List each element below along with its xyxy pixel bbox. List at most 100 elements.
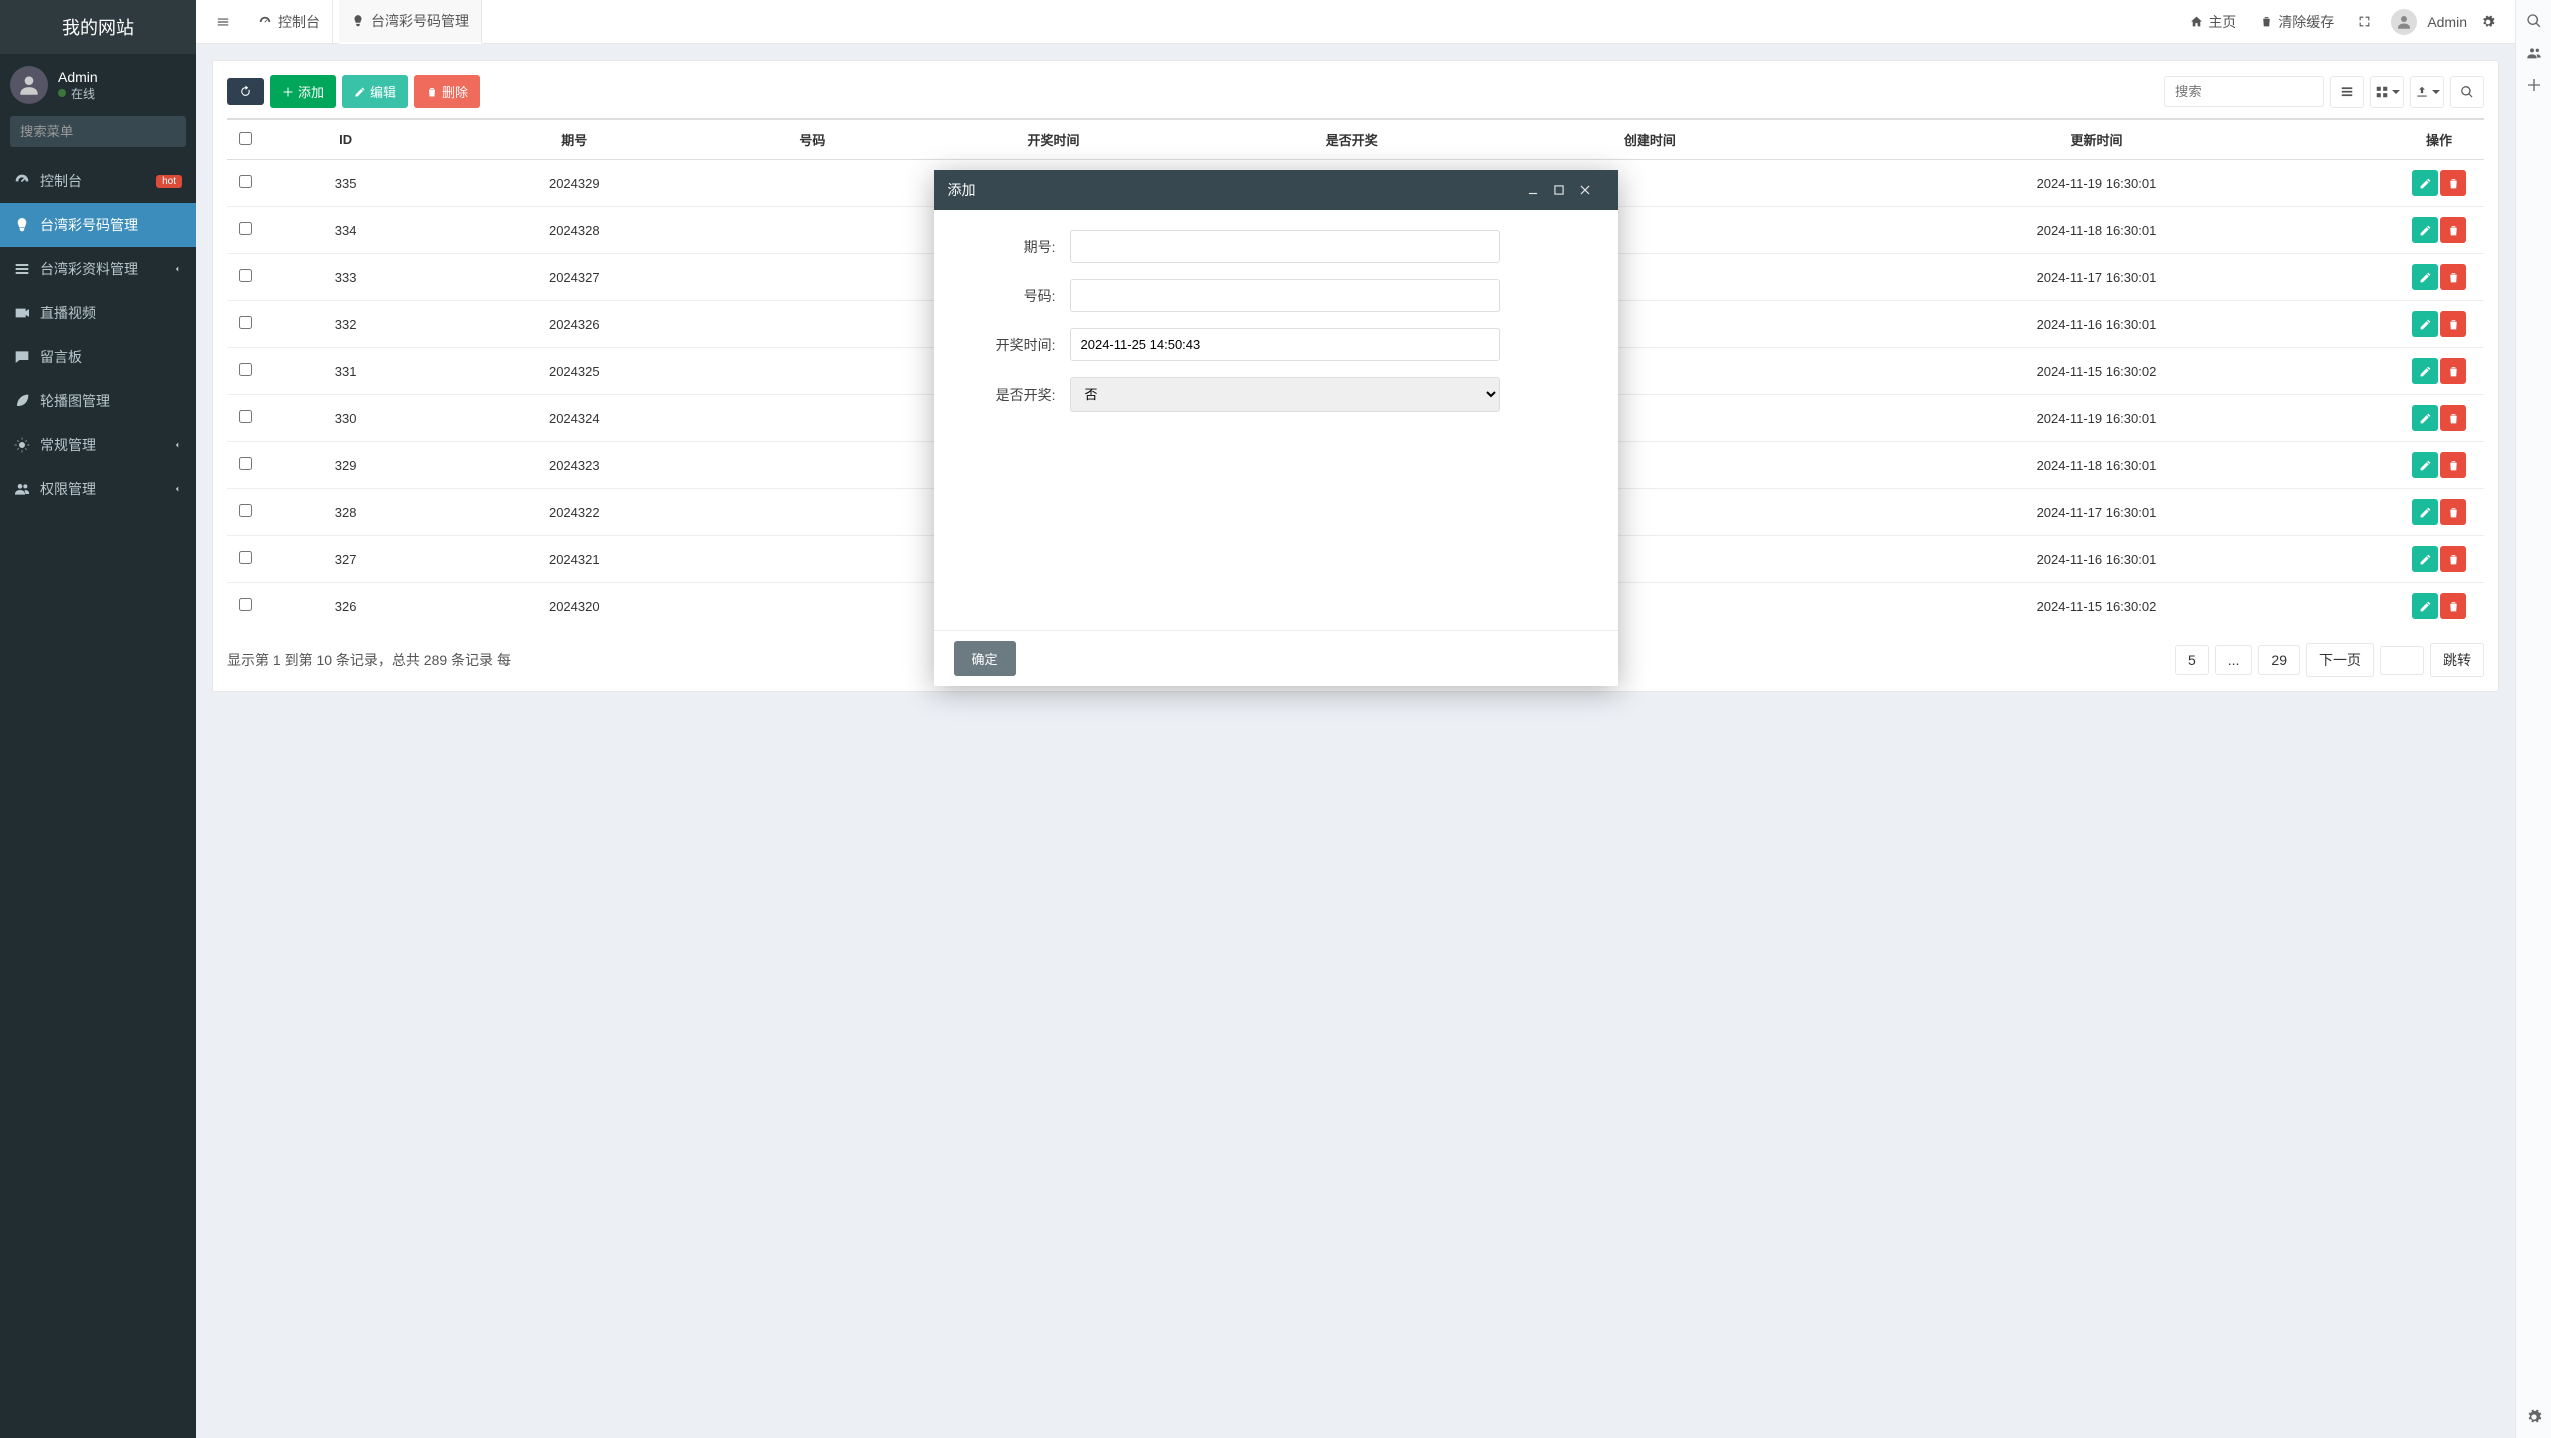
checkbox-row[interactable] <box>239 410 252 423</box>
cell-update: 2024-11-17 16:30:01 <box>1799 489 2394 536</box>
sidebar-item-label: 控制台 <box>40 171 146 191</box>
edit-button[interactable]: 编辑 <box>342 75 408 108</box>
sidebar-item-3[interactable]: 直播视频 <box>0 291 196 335</box>
add-button-label: 添加 <box>298 82 324 101</box>
row-delete-button[interactable] <box>2440 358 2466 384</box>
topbar-avatar[interactable] <box>2391 9 2417 35</box>
checkbox-row[interactable] <box>239 222 252 235</box>
row-delete-button[interactable] <box>2440 311 2466 337</box>
row-edit-button[interactable] <box>2412 452 2438 478</box>
row-delete-button[interactable] <box>2440 546 2466 572</box>
hamburger-button[interactable] <box>206 9 240 35</box>
page-29[interactable]: 29 <box>2258 645 2300 675</box>
row-edit-button[interactable] <box>2412 264 2438 290</box>
row-delete-button[interactable] <box>2440 452 2466 478</box>
row-delete-button[interactable] <box>2440 405 2466 431</box>
row-edit-button[interactable] <box>2412 217 2438 243</box>
minimize-icon[interactable] <box>1526 183 1552 197</box>
page-next[interactable]: 下一页 <box>2306 643 2374 677</box>
cell-period: 2024320 <box>428 583 720 630</box>
row-edit-button[interactable] <box>2412 405 2438 431</box>
checkbox-row[interactable] <box>239 598 252 611</box>
rail-settings-icon[interactable] <box>2523 1406 2545 1428</box>
list-icon <box>14 261 30 277</box>
clear-cache-button[interactable]: 清除缓存 <box>2250 6 2344 38</box>
modal-footer: 确定 <box>934 630 1618 686</box>
search-input[interactable] <box>2164 76 2324 107</box>
cell-update: 2024-11-17 16:30:01 <box>1799 254 2394 301</box>
row-edit-button[interactable] <box>2412 170 2438 196</box>
cell-code <box>720 207 904 254</box>
sidebar-item-7[interactable]: 权限管理 <box>0 467 196 511</box>
search-menu[interactable] <box>10 116 186 147</box>
bell-icon <box>14 217 30 233</box>
checkbox-row[interactable] <box>239 175 252 188</box>
row-delete-button[interactable] <box>2440 217 2466 243</box>
page-dots[interactable]: ... <box>2215 645 2253 675</box>
refresh-button[interactable] <box>227 78 264 105</box>
ok-button[interactable]: 确定 <box>954 641 1016 676</box>
cell-update: 2024-11-15 16:30:02 <box>1799 583 2394 630</box>
select-is-draw[interactable]: 否 <box>1070 377 1500 412</box>
row-delete-button[interactable] <box>2440 264 2466 290</box>
sidebar-item-1[interactable]: 台湾彩号码管理 <box>0 203 196 247</box>
settings-button[interactable] <box>2471 9 2505 35</box>
checkbox-row[interactable] <box>239 457 252 470</box>
search-button[interactable] <box>2450 76 2484 108</box>
row-delete-button[interactable] <box>2440 499 2466 525</box>
column-header[interactable]: 期号 <box>428 119 720 160</box>
close-icon[interactable] <box>1578 183 1604 197</box>
column-header[interactable]: 创建时间 <box>1501 119 1799 160</box>
modal-header: 添加 <box>934 170 1618 210</box>
sidebar-item-6[interactable]: 常规管理 <box>0 423 196 467</box>
delete-button[interactable]: 删除 <box>414 75 480 108</box>
table-info: 显示第 1 到第 10 条记录，总共 289 条记录 每 <box>227 650 511 670</box>
checkbox-row[interactable] <box>239 504 252 517</box>
checkbox-row[interactable] <box>239 363 252 376</box>
column-header[interactable]: ID <box>263 119 428 160</box>
page-jump-input[interactable] <box>2380 646 2424 675</box>
column-header[interactable]: 更新时间 <box>1799 119 2394 160</box>
checkbox-row[interactable] <box>239 269 252 282</box>
badge-hot: hot <box>156 175 182 188</box>
checkbox-row[interactable] <box>239 316 252 329</box>
right-rail <box>2515 0 2551 1438</box>
home-button[interactable]: 主页 <box>2180 6 2246 38</box>
page-5[interactable]: 5 <box>2175 645 2209 675</box>
export-button[interactable] <box>2410 76 2444 108</box>
view-toggle-button[interactable] <box>2370 76 2404 108</box>
rail-add-icon[interactable] <box>2523 74 2545 96</box>
column-header[interactable]: 是否开奖 <box>1203 119 1501 160</box>
row-edit-button[interactable] <box>2412 593 2438 619</box>
fullscreen-button[interactable] <box>2348 9 2381 34</box>
sidebar-item-0[interactable]: 控制台 hot <box>0 159 196 203</box>
input-code[interactable] <box>1070 279 1500 312</box>
row-edit-button[interactable] <box>2412 546 2438 572</box>
column-header[interactable]: 号码 <box>720 119 904 160</box>
checkbox-row[interactable] <box>239 551 252 564</box>
input-period[interactable] <box>1070 230 1500 263</box>
add-button[interactable]: 添加 <box>270 75 336 108</box>
tab-dashboard[interactable]: 控制台 <box>246 0 333 44</box>
checkbox-all[interactable] <box>239 132 252 145</box>
row-edit-button[interactable] <box>2412 311 2438 337</box>
row-delete-button[interactable] <box>2440 593 2466 619</box>
input-open-time[interactable] <box>1070 328 1500 361</box>
page-jump-button[interactable]: 跳转 <box>2430 643 2484 677</box>
column-header[interactable]: 开奖时间 <box>904 119 1202 160</box>
sidebar-item-4[interactable]: 留言板 <box>0 335 196 379</box>
row-delete-button[interactable] <box>2440 170 2466 196</box>
columns-toggle-button[interactable] <box>2330 76 2364 108</box>
maximize-icon[interactable] <box>1552 183 1578 197</box>
rail-search-icon[interactable] <box>2523 10 2545 32</box>
tab-lottery-number[interactable]: 台湾彩号码管理 <box>339 0 482 44</box>
cell-period: 2024326 <box>428 301 720 348</box>
label-code: 号码: <box>964 286 1070 306</box>
sidebar-item-5[interactable]: 轮播图管理 <box>0 379 196 423</box>
search-menu-input[interactable] <box>10 116 186 147</box>
sidebar-item-2[interactable]: 台湾彩资料管理 <box>0 247 196 291</box>
rail-users-icon[interactable] <box>2523 42 2545 64</box>
row-edit-button[interactable] <box>2412 358 2438 384</box>
row-edit-button[interactable] <box>2412 499 2438 525</box>
column-header[interactable]: 操作 <box>2394 119 2484 160</box>
